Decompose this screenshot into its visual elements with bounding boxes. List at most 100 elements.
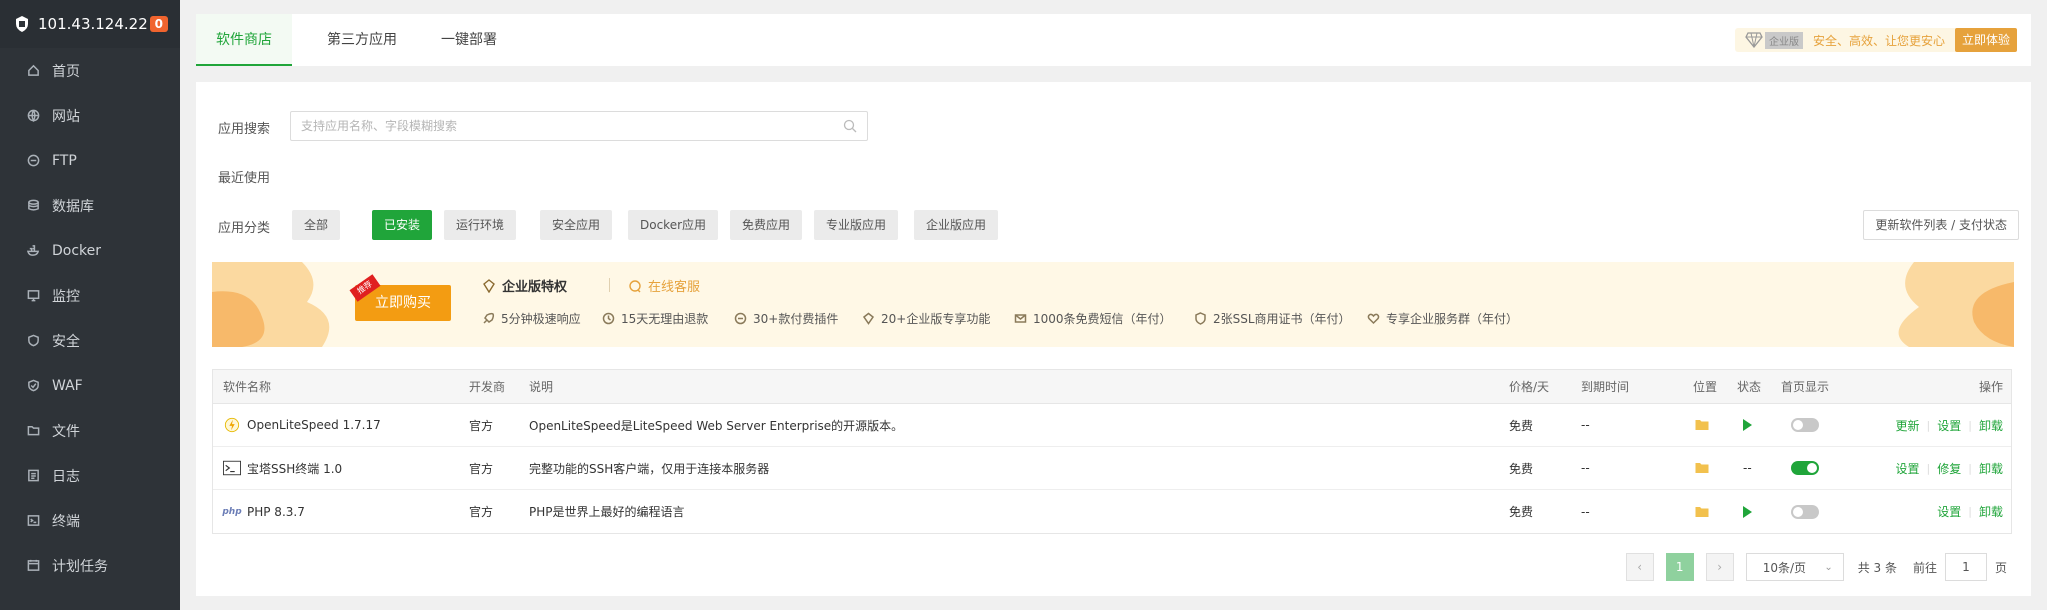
try-now-button[interactable]: 立即体验 xyxy=(1954,28,2017,52)
sidebar-item-0[interactable]: 首页 xyxy=(0,48,180,93)
waf-icon xyxy=(26,379,40,393)
heart-icon xyxy=(1367,313,1380,325)
online-service-text: 在线客服 xyxy=(648,280,701,295)
sidebar-item-7[interactable]: WAF xyxy=(0,363,180,408)
feature-service-group: 专享企业服务群（年付） xyxy=(1367,310,1518,327)
sidebar-item-label: WAF xyxy=(52,377,83,394)
notification-badge[interactable]: 0 xyxy=(149,16,168,32)
op-link[interactable]: 修复 xyxy=(1937,460,1961,477)
start-play-icon[interactable] xyxy=(1743,419,1752,431)
sidebar-item-5[interactable]: 监控 xyxy=(0,273,180,318)
home-display-toggle[interactable] xyxy=(1791,447,1819,489)
enterprise-strip: 企业版 安全、高效、让您更安心 立即体验 xyxy=(1734,28,2017,52)
headset-icon xyxy=(629,279,641,292)
update-list-button[interactable]: 更新软件列表 / 支付状态 xyxy=(1863,210,2019,240)
enterprise-privilege-title: 企业版特权 xyxy=(482,276,567,295)
next-page-button[interactable]: › xyxy=(1705,553,1734,581)
home-display-toggle[interactable] xyxy=(1791,490,1819,533)
server-header[interactable]: 101.43.124.22 0 xyxy=(0,0,180,48)
table-header: 软件名称 开发商 说明 价格/天 到期时间 位置 状态 首页显示 操作 xyxy=(213,370,2011,404)
prev-page-button[interactable]: ‹ xyxy=(1625,553,1654,581)
privilege-title-text: 企业版特权 xyxy=(502,280,568,295)
location-folder[interactable] xyxy=(1695,447,1709,489)
software-name[interactable]: 宝塔SSH终端 1.0 xyxy=(223,447,342,489)
toggle-switch[interactable] xyxy=(1791,418,1819,432)
page-size-select[interactable]: 10条/页 ⌄ xyxy=(1745,553,1844,581)
search-input[interactable] xyxy=(291,112,831,140)
page-number-current[interactable]: 1 xyxy=(1665,553,1694,581)
table-row: php PHP 8.3.7 官方 PHP是世界上最好的编程语言 免费 -- 设置 | 卸载 xyxy=(213,490,2011,533)
op-link[interactable]: 卸载 xyxy=(1979,503,2003,520)
monitor-icon xyxy=(26,289,40,303)
sidebar-item-6[interactable]: 安全 xyxy=(0,318,180,363)
feature-refund: 15天无理由退款 xyxy=(602,310,708,327)
op-link[interactable]: 设置 xyxy=(1937,503,1961,520)
banner-decoration-right xyxy=(1898,262,2014,347)
category-free[interactable]: 免费应用 xyxy=(730,210,803,240)
database-icon xyxy=(26,199,40,213)
tab-one-click-deploy[interactable]: 一键部署 xyxy=(421,14,517,66)
tab-software-store[interactable]: 软件商店 xyxy=(196,14,292,66)
sidebar-item-1[interactable]: 网站 xyxy=(0,93,180,138)
col-home-display: 首页显示 xyxy=(1781,380,1830,394)
sidebar-item-10[interactable]: 终端 xyxy=(0,498,180,543)
folder-icon xyxy=(1695,506,1709,517)
online-service-link[interactable]: 在线客服 xyxy=(628,276,700,295)
sidebar: 101.43.124.22 0 首页 网站 FTP 数据库 Docker 监控安全 WAF 文… xyxy=(0,0,180,610)
search-icon[interactable] xyxy=(843,119,857,133)
top-tabs-bar: 软件商店 第三方应用 一键部署 企业版 安全、高效、让您更安心 立即体验 xyxy=(196,14,2031,66)
developer: 官方 xyxy=(469,505,494,519)
server-ip: 101.43.124.22 xyxy=(38,15,148,33)
folder-icon xyxy=(1695,463,1709,473)
diamond-icon xyxy=(483,278,495,293)
enterprise-promo-banner: 推荐 立即购买 企业版特权 在线客服 5分钟极速响应 15天无理由退款 30+款… xyxy=(212,262,2014,347)
sidebar-item-label: Docker xyxy=(52,242,102,259)
price: 免费 xyxy=(1509,505,1534,519)
category-docker[interactable]: Docker应用 xyxy=(628,210,719,240)
operations: 更新 | 设置 | 卸载 xyxy=(1896,404,2003,446)
goto-prefix: 前往 xyxy=(1912,560,1937,575)
sidebar-item-9[interactable]: 日志 xyxy=(0,453,180,498)
toggle-switch[interactable] xyxy=(1791,461,1819,475)
feature-plugins: 30+款付费插件 xyxy=(734,310,838,327)
diamond-icon xyxy=(862,312,875,325)
sidebar-item-label: 监控 xyxy=(52,288,80,305)
chevron-down-icon: ⌄ xyxy=(1824,561,1833,573)
goto-page-input[interactable]: 1 xyxy=(1944,553,1987,581)
op-link[interactable]: 设置 xyxy=(1896,460,1920,477)
buy-now-button[interactable]: 推荐 立即购买 xyxy=(349,274,451,321)
banner-decoration-left xyxy=(212,262,330,347)
sidebar-item-8[interactable]: 文件 xyxy=(0,408,180,453)
col-name: 软件名称 xyxy=(223,380,272,394)
description: 完整功能的SSH客户端，仅用于连接本服务器 xyxy=(529,461,770,476)
rocket-icon xyxy=(483,312,495,324)
software-name[interactable]: OpenLiteSpeed 1.7.17 xyxy=(223,404,381,446)
sidebar-item-11[interactable]: 计划任务 xyxy=(0,543,180,588)
category-installed[interactable]: 已安装 xyxy=(372,210,433,240)
category-enterprise[interactable]: 企业版应用 xyxy=(914,210,999,240)
col-operations: 操作 xyxy=(1978,380,2003,394)
sidebar-item-4[interactable]: Docker xyxy=(0,228,180,273)
op-separator: | xyxy=(1968,505,1972,518)
category-runtime[interactable]: 运行环境 xyxy=(444,210,517,240)
category-all[interactable]: 全部 xyxy=(292,210,341,240)
enterprise-slogan: 安全、高效、让您更安心 xyxy=(1812,33,1945,48)
col-price: 价格/天 xyxy=(1509,380,1550,394)
op-link[interactable]: 卸载 xyxy=(1979,417,2003,434)
sidebar-item-label: FTP xyxy=(52,152,77,169)
category-pro[interactable]: 专业版应用 xyxy=(814,210,899,240)
location-folder[interactable] xyxy=(1695,490,1709,533)
category-security[interactable]: 安全应用 xyxy=(540,210,613,240)
start-play-icon[interactable] xyxy=(1743,505,1752,518)
sidebar-item-2[interactable]: FTP xyxy=(0,138,180,183)
op-link[interactable]: 卸载 xyxy=(1979,460,2003,477)
op-link[interactable]: 更新 xyxy=(1896,417,1920,434)
tab-third-party[interactable]: 第三方应用 xyxy=(307,14,417,66)
home-display-toggle[interactable] xyxy=(1791,404,1819,446)
software-name[interactable]: php PHP 8.3.7 xyxy=(222,490,304,533)
op-link[interactable]: 设置 xyxy=(1937,417,1961,434)
description: OpenLiteSpeed是LiteSpeed Web Server Enter… xyxy=(529,418,904,433)
toggle-switch[interactable] xyxy=(1791,504,1819,519)
sidebar-item-3[interactable]: 数据库 xyxy=(0,183,180,228)
location-folder[interactable] xyxy=(1695,404,1709,446)
